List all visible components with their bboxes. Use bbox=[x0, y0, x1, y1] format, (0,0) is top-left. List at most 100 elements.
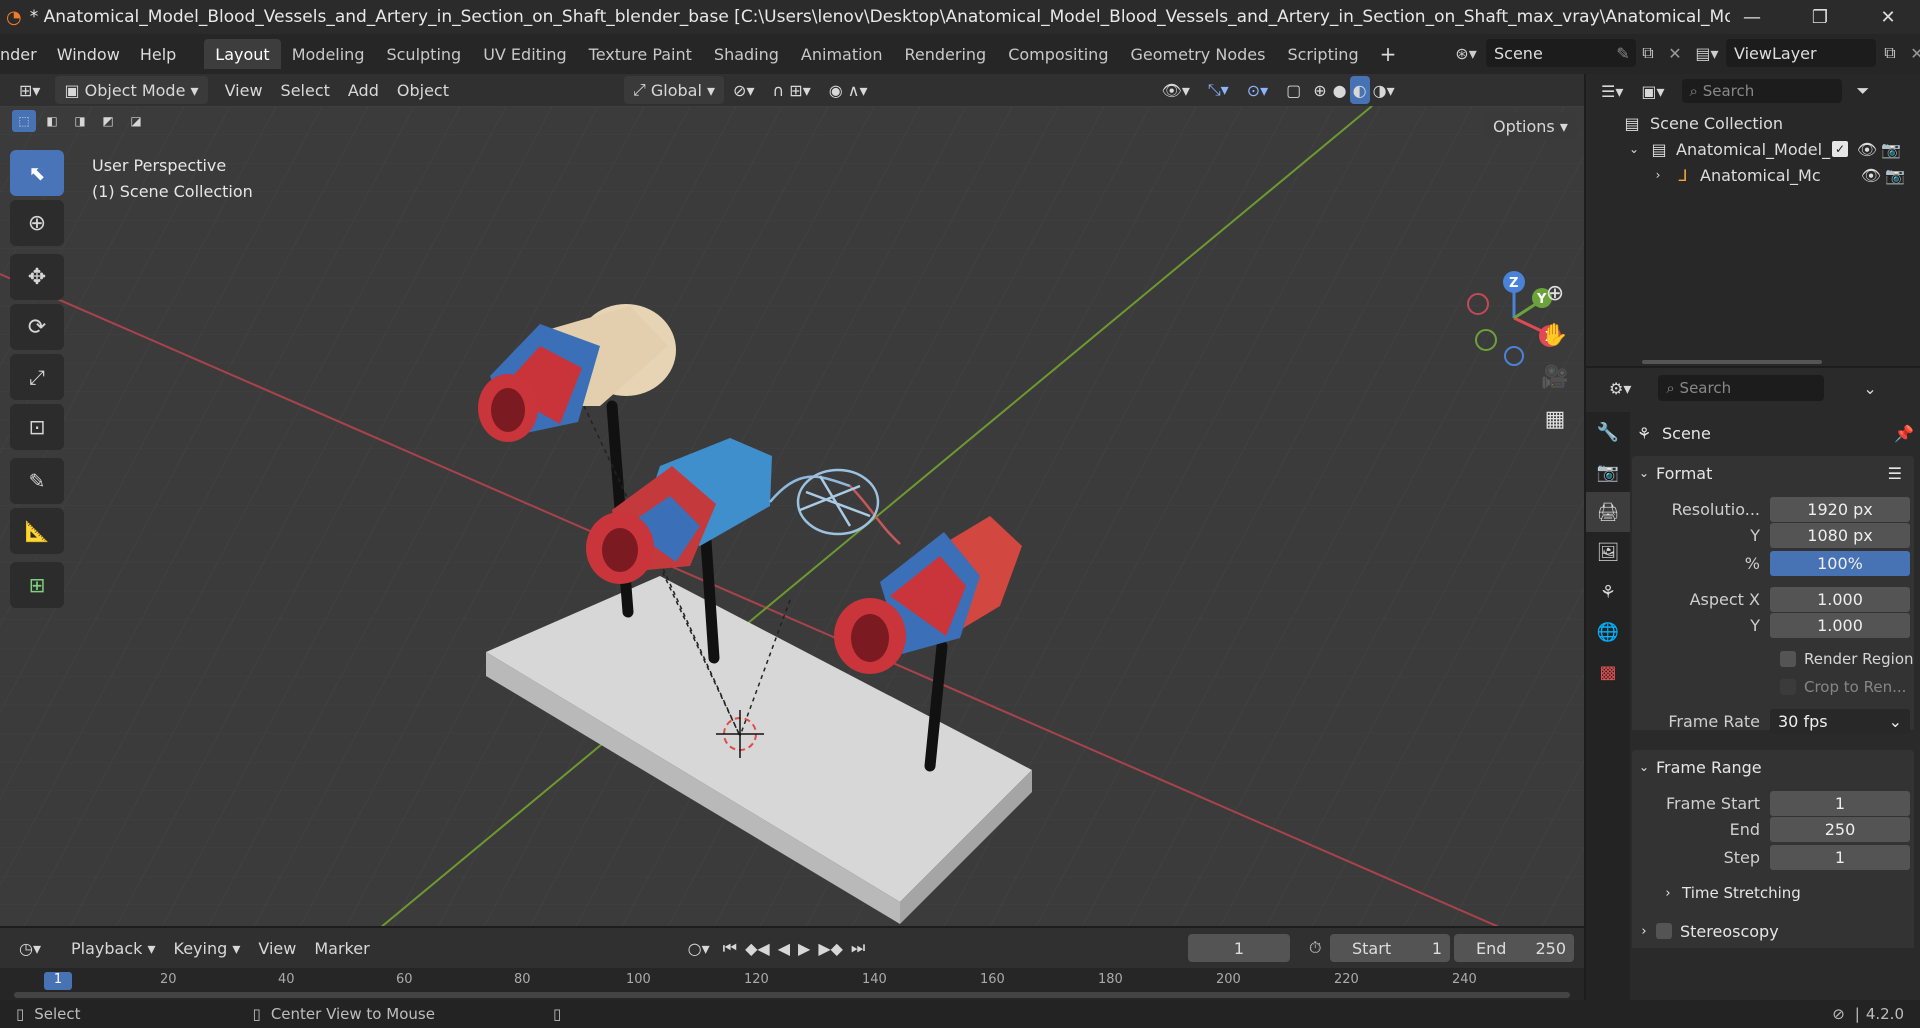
outliner-row-object[interactable]: › ⅃ Anatomical_Mc 👁 📷 bbox=[1586, 162, 1920, 188]
menu-playback[interactable]: Playback ▾ bbox=[62, 934, 165, 962]
menu-timeline-view[interactable]: View bbox=[249, 934, 305, 962]
start-frame-field[interactable]: Start 1 bbox=[1330, 934, 1450, 962]
next-keyframe-icon[interactable]: ▶◆ bbox=[814, 934, 847, 962]
properties-search-input[interactable]: ⌕ Search bbox=[1658, 375, 1825, 401]
play-icon[interactable]: ▶ bbox=[794, 934, 814, 962]
delete-scene-icon[interactable]: ✕ bbox=[1662, 44, 1688, 63]
options-dropdown[interactable]: Options ▾ bbox=[1484, 112, 1577, 140]
visibility-icon[interactable]: 👁▾ bbox=[1153, 76, 1199, 104]
frame-rate-dropdown[interactable]: 30 fps ⌄ bbox=[1770, 708, 1910, 734]
frame-end-field[interactable]: 250 bbox=[1770, 816, 1910, 842]
stereoscopy-checkbox[interactable] bbox=[1656, 923, 1672, 939]
delete-view-layer-icon[interactable]: ✕ bbox=[1904, 44, 1920, 63]
rotate-tool-icon[interactable]: ⟳ bbox=[10, 304, 64, 350]
menu-render[interactable]: nder bbox=[0, 39, 47, 69]
xray-icon[interactable]: ▢ bbox=[1277, 76, 1310, 104]
tab-scripting[interactable]: Scripting bbox=[1276, 39, 1369, 69]
current-frame-field[interactable]: 1 bbox=[1188, 934, 1290, 962]
tab-geometry-nodes[interactable]: Geometry Nodes bbox=[1119, 39, 1276, 69]
select-intersect-icon[interactable]: ◪ bbox=[124, 110, 148, 132]
menu-select[interactable]: Select bbox=[272, 76, 339, 104]
aspect-x-field[interactable]: 1.000 bbox=[1770, 586, 1910, 612]
frame-start-field[interactable]: 1 bbox=[1770, 790, 1910, 816]
mode-selector[interactable]: ▣ Object Mode ▾ bbox=[55, 76, 208, 104]
render-tab-icon[interactable]: 📷 bbox=[1586, 452, 1630, 492]
move-tool-icon[interactable]: ✥ bbox=[10, 254, 64, 300]
frame-step-field[interactable]: 1 bbox=[1770, 844, 1910, 870]
playhead-marker[interactable]: 1 bbox=[44, 972, 72, 990]
camera-icon[interactable]: 📷 bbox=[1884, 166, 1906, 185]
stereoscopy-panel-header[interactable]: › Stereoscopy bbox=[1632, 914, 1914, 948]
tab-uv-editing[interactable]: UV Editing bbox=[472, 39, 577, 69]
resolution-y-field[interactable]: 1080 px bbox=[1770, 522, 1910, 548]
tab-shading[interactable]: Shading bbox=[703, 39, 790, 69]
add-workspace-icon[interactable]: + bbox=[1370, 39, 1407, 69]
timeline-editor-icon[interactable]: ◷▾ bbox=[10, 934, 50, 962]
select-box-tool-icon[interactable]: ⬉ bbox=[10, 150, 64, 196]
properties-editor-icon[interactable]: ⚙▾ bbox=[1600, 374, 1640, 402]
auto-key-icon[interactable]: ○▾ bbox=[679, 934, 719, 962]
gizmo-toggle-icon[interactable]: ⤡▾ bbox=[1199, 76, 1238, 104]
end-frame-field[interactable]: End 250 bbox=[1454, 934, 1574, 962]
annotate-tool-icon[interactable]: ✎ bbox=[10, 458, 64, 504]
close-button[interactable]: ✕ bbox=[1860, 0, 1916, 34]
menu-marker[interactable]: Marker bbox=[305, 934, 378, 962]
resolution-percent-field[interactable]: 100% bbox=[1770, 550, 1910, 576]
render-region-checkbox[interactable]: Render Region bbox=[1644, 646, 1914, 672]
ortho-grid-icon[interactable]: ▦ bbox=[1534, 398, 1576, 440]
tab-layout[interactable]: Layout bbox=[204, 39, 281, 69]
menu-help[interactable]: Help bbox=[130, 39, 186, 69]
play-reverse-icon[interactable]: ◀ bbox=[774, 934, 794, 962]
tool-tab-icon[interactable]: 🔧 bbox=[1586, 412, 1630, 452]
outliner-search-input[interactable]: ⌕ Search bbox=[1681, 79, 1842, 103]
select-invert-icon[interactable]: ◩ bbox=[96, 110, 120, 132]
texture-tab-icon[interactable]: ▩ bbox=[1586, 652, 1630, 692]
cursor-tool-icon[interactable]: ⊕ bbox=[10, 200, 64, 246]
menu-keying[interactable]: Keying ▾ bbox=[165, 934, 250, 962]
menu-add[interactable]: Add bbox=[339, 76, 388, 104]
tab-rendering[interactable]: Rendering bbox=[893, 39, 997, 69]
add-cube-tool-icon[interactable]: ⊞ bbox=[10, 562, 64, 608]
tab-compositing[interactable]: Compositing bbox=[997, 39, 1119, 69]
minimize-button[interactable]: — bbox=[1724, 0, 1780, 34]
eye-icon[interactable]: 👁 bbox=[1858, 166, 1884, 185]
pin-icon[interactable]: ✎ bbox=[1612, 44, 1634, 63]
view-layer-tab-icon[interactable]: 🖼 bbox=[1586, 532, 1630, 572]
menu-view[interactable]: View bbox=[216, 76, 272, 104]
scale-tool-icon[interactable]: ⤢ bbox=[10, 354, 64, 400]
camera-view-icon[interactable]: 🎥 bbox=[1534, 356, 1576, 398]
outliner-scrollbar[interactable] bbox=[1642, 360, 1822, 364]
camera-icon[interactable]: 📷 bbox=[1880, 140, 1902, 159]
maximize-button[interactable]: ❐ bbox=[1792, 0, 1848, 34]
timeline-ruler[interactable]: 1 20 40 60 80 100 120 140 160 180 200 22… bbox=[0, 968, 1584, 1000]
new-scene-icon[interactable]: ⧉ bbox=[1634, 43, 1662, 63]
exclude-checkbox-icon[interactable]: ✓ bbox=[1832, 141, 1848, 157]
preview-range-icon[interactable]: ⏱ bbox=[1300, 934, 1330, 962]
transform-tool-icon[interactable]: ⊡ bbox=[10, 404, 64, 450]
scene-icon[interactable]: ⊛▾ bbox=[1446, 44, 1486, 63]
view-layer-selector[interactable]: ViewLayer bbox=[1726, 39, 1876, 67]
scene-tab-icon[interactable]: ⚘ bbox=[1586, 572, 1630, 612]
zoom-icon[interactable]: ⊕ bbox=[1534, 272, 1576, 314]
checkbox-icon[interactable] bbox=[1780, 651, 1796, 667]
jump-start-icon[interactable]: ⏮ bbox=[719, 934, 741, 962]
tab-modeling[interactable]: Modeling bbox=[281, 39, 376, 69]
menu-object[interactable]: Object bbox=[388, 76, 458, 104]
menu-window[interactable]: Window bbox=[47, 39, 130, 69]
presets-icon[interactable]: ☰ bbox=[1888, 464, 1902, 483]
world-tab-icon[interactable]: 🌐 bbox=[1586, 612, 1630, 652]
outliner-editor-icon[interactable]: ☰▾ bbox=[1592, 77, 1632, 105]
select-new-icon[interactable]: ⬚ bbox=[12, 110, 36, 132]
pan-hand-icon[interactable]: ✋ bbox=[1534, 314, 1576, 356]
shading-wire-icon[interactable]: ⊕ bbox=[1310, 76, 1329, 104]
measure-tool-icon[interactable]: 📐 bbox=[10, 508, 64, 554]
new-view-layer-icon[interactable]: ⧉ bbox=[1876, 43, 1904, 63]
pin-icon[interactable]: 📌 bbox=[1894, 424, 1914, 443]
editor-type-icon[interactable]: ⊞▾ bbox=[10, 76, 49, 104]
output-tab-icon[interactable]: 🖨 bbox=[1586, 492, 1630, 532]
frame-range-panel-header[interactable]: ⌄ Frame Range bbox=[1632, 750, 1914, 784]
expand-chevron-icon[interactable]: › bbox=[1650, 168, 1666, 182]
timeline-scrollbar[interactable] bbox=[14, 992, 1570, 998]
pivot-icon[interactable]: ⊘▾ bbox=[724, 76, 763, 104]
overlay-toggle-icon[interactable]: ⊙▾ bbox=[1238, 76, 1277, 104]
